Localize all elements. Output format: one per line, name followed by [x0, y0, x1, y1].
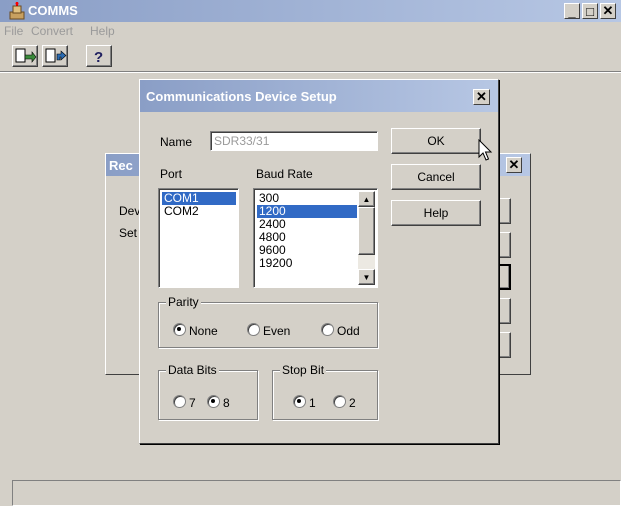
data-bits-8-label: 8: [223, 396, 230, 410]
ok-button-label: OK: [427, 134, 445, 148]
background-dialog-title: Rec: [109, 158, 133, 173]
main-window-title: COMMS: [28, 3, 78, 18]
stop-bit-1-label: 1: [309, 396, 316, 410]
baud-rate-list[interactable]: 300 1200 2400 4800 9600 19200 ▲ ▼: [253, 188, 378, 288]
data-bits-group: Data Bits 7 8: [158, 363, 258, 420]
setup-dialog-title: Communications Device Setup: [146, 89, 337, 104]
parity-even-label: Even: [263, 324, 291, 338]
app-icon: [8, 2, 26, 20]
setup-dialog-title-bar[interactable]: Communications Device Setup ✕: [140, 80, 498, 112]
svg-text:?: ?: [94, 49, 103, 66]
scroll-thumb[interactable]: [358, 207, 375, 255]
help-button-label: Help: [423, 206, 449, 220]
parity-group: Parity None Even Odd: [158, 295, 378, 348]
minimize-icon: _: [568, 3, 576, 19]
parity-odd-label: Odd: [337, 324, 360, 338]
main-title-bar[interactable]: COMMS _ □ ✕: [0, 0, 621, 22]
return-doc-icon: [45, 48, 67, 63]
radio-selected-icon: [207, 395, 220, 408]
background-dialog-close-button[interactable]: ✕: [506, 157, 522, 173]
help-button[interactable]: Help: [391, 200, 481, 226]
name-label: Name: [160, 135, 193, 149]
scroll-down-button[interactable]: ▼: [358, 269, 375, 285]
radio-icon: [247, 323, 260, 336]
mouse-cursor-icon: [478, 138, 494, 163]
radio-icon: [321, 323, 334, 336]
arrow-up-icon: ▲: [362, 194, 371, 204]
close-icon: ✕: [602, 3, 614, 18]
radio-selected-icon: [173, 323, 186, 336]
stop-bit-1-radio[interactable]: 1: [293, 395, 316, 410]
stop-bit-group: Stop Bit 1 2: [272, 363, 378, 420]
data-bits-8-radio[interactable]: 8: [207, 395, 230, 410]
name-field-value: SDR33/31: [214, 134, 270, 148]
stop-bit-group-label: Stop Bit: [280, 363, 327, 377]
cancel-button-label: Cancel: [417, 170, 455, 184]
toolbar-help-button[interactable]: ?: [86, 45, 112, 67]
menu-bar: File Convert Help: [0, 22, 621, 40]
data-bits-7-label: 7: [189, 396, 196, 410]
setup-dialog: Communications Device Setup ✕ Name SDR33…: [139, 79, 499, 444]
port-label: Port: [160, 167, 183, 181]
cancel-button[interactable]: Cancel: [391, 164, 481, 190]
baud-item[interactable]: 19200: [257, 257, 357, 270]
menu-help[interactable]: Help: [90, 24, 115, 38]
toolbar-separator: [0, 71, 621, 73]
parity-group-label: Parity: [166, 295, 201, 309]
close-icon: ✕: [508, 157, 520, 172]
radio-icon: [333, 395, 346, 408]
toolbar-open-button[interactable]: [12, 45, 38, 67]
minimize-button[interactable]: _: [564, 3, 580, 19]
parity-odd-radio[interactable]: Odd: [321, 323, 360, 338]
close-button[interactable]: ✕: [600, 3, 616, 19]
ok-button[interactable]: OK: [391, 128, 481, 154]
toolbar-return-button[interactable]: [42, 45, 68, 67]
parity-none-radio[interactable]: None: [173, 323, 218, 338]
baud-rate-label: Baud Rate: [256, 167, 313, 181]
data-bits-group-label: Data Bits: [166, 363, 219, 377]
stop-bit-2-label: 2: [349, 396, 356, 410]
data-bits-7-radio[interactable]: 7: [173, 395, 196, 410]
menu-convert[interactable]: Convert: [31, 24, 73, 38]
arrow-down-icon: ▼: [362, 272, 371, 282]
scroll-up-button[interactable]: ▲: [358, 191, 375, 207]
close-icon: ✕: [476, 89, 487, 104]
maximize-icon: □: [586, 3, 594, 19]
maximize-button[interactable]: □: [582, 3, 598, 19]
menu-file[interactable]: File: [4, 24, 23, 38]
radio-icon: [173, 395, 186, 408]
open-doc-icon: [15, 48, 37, 63]
background-dialog-label-settings: Set: [119, 226, 138, 240]
parity-none-label: None: [189, 324, 218, 338]
stop-bit-2-radio[interactable]: 2: [333, 395, 356, 410]
setup-dialog-close-button[interactable]: ✕: [473, 89, 490, 105]
background-dialog-label-device: Dev: [119, 204, 141, 218]
radio-selected-icon: [293, 395, 306, 408]
port-list[interactable]: COM1 COM2: [158, 188, 239, 288]
parity-even-radio[interactable]: Even: [247, 323, 290, 338]
name-field[interactable]: SDR33/31: [210, 131, 378, 151]
question-icon: ?: [94, 49, 103, 66]
baud-scrollbar[interactable]: ▲ ▼: [358, 191, 375, 285]
port-item-com2[interactable]: COM2: [162, 205, 236, 218]
status-bar: [12, 480, 621, 506]
